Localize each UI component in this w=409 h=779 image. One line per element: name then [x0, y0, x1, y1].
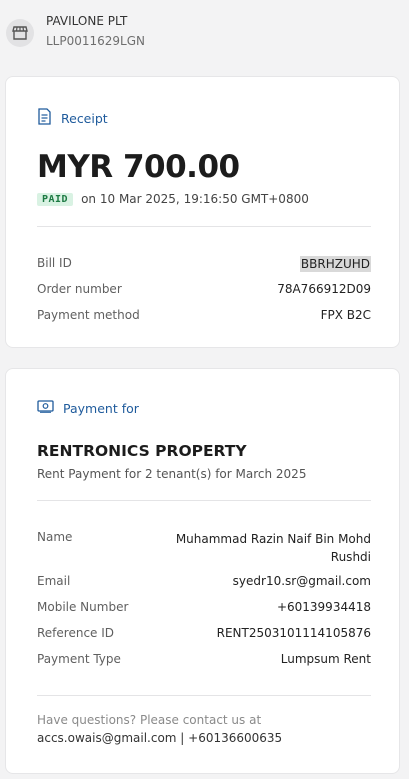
payment-amount: MYR 700.00 — [37, 149, 240, 185]
payment-for-section-label: Payment for — [63, 400, 139, 416]
payment-method-value: FPX B2C — [320, 308, 371, 322]
detail-row-bill-id: Bill ID BBRHZUHD — [37, 256, 371, 272]
contact-prompt: Have questions? Please contact us at — [37, 713, 262, 727]
detail-row-email: Email syedr10.sr@gmail.com — [37, 574, 371, 588]
payer-name-value: Muhammad Razin Naif Bin Mohd Rushdi — [176, 530, 371, 566]
detail-label: Bill ID — [37, 256, 72, 270]
payer-name-line1: Muhammad Razin Naif Bin Mohd — [175, 532, 371, 546]
divider — [37, 695, 371, 696]
cash-icon — [37, 400, 54, 416]
detail-label: Payment method — [37, 308, 140, 322]
detail-row-order-number: Order number 78A766912D09 — [37, 282, 371, 296]
reference-id-value: RENT2503101114105876 — [216, 626, 371, 640]
merchant-header: PAVILONE PLT LLP0011629LGN — [0, 0, 409, 62]
status-badge: PAID — [37, 192, 74, 206]
divider — [37, 226, 371, 227]
payment-description: Rent Payment for 2 tenant(s) for March 2… — [37, 467, 307, 481]
mobile-number-value: +60139934418 — [276, 600, 371, 614]
payment-type-value: Lumpsum Rent — [280, 652, 371, 666]
detail-label: Mobile Number — [37, 600, 129, 614]
email-link[interactable]: syedr10.sr@gmail.com — [233, 574, 371, 588]
detail-label: Payment Type — [37, 652, 121, 666]
payee-title: RENTRONICS PROPERTY — [37, 442, 247, 460]
payment-for-card: Payment for RENTRONICS PROPERTY Rent Pay… — [5, 368, 400, 774]
store-icon — [6, 19, 34, 47]
payer-name-line2: Rushdi — [330, 550, 371, 564]
paid-timestamp: on 10 Mar 2025, 19:16:50 GMT+0800 — [81, 192, 309, 206]
merchant-id: LLP0011629LGN — [46, 34, 146, 48]
detail-label: Email — [37, 574, 71, 588]
bill-id-value[interactable]: BBRHZUHD — [299, 256, 371, 272]
detail-row-payment-type: Payment Type Lumpsum Rent — [37, 652, 371, 666]
detail-row-payment-method: Payment method FPX B2C — [37, 308, 371, 322]
detail-row-mobile: Mobile Number +60139934418 — [37, 600, 371, 614]
contact-info[interactable]: accs.owais@gmail.com | +60136600635 — [37, 731, 282, 745]
receipt-card: Receipt MYR 700.00 PAID on 10 Mar 2025, … — [5, 76, 400, 348]
order-number-value: 78A766912D09 — [277, 282, 371, 296]
detail-label: Name — [37, 530, 73, 544]
receipt-section-header: Receipt — [37, 108, 108, 128]
detail-row-reference-id: Reference ID RENT2503101114105876 — [37, 626, 371, 640]
payment-status-row: PAID on 10 Mar 2025, 19:16:50 GMT+0800 — [37, 192, 309, 206]
detail-row-name: Name Muhammad Razin Naif Bin Mohd Rushdi — [37, 530, 371, 566]
receipt-icon — [37, 108, 52, 128]
divider — [37, 500, 371, 501]
merchant-name: PAVILONE PLT — [46, 14, 128, 28]
detail-label: Order number — [37, 282, 122, 296]
payment-for-section-header: Payment for — [37, 400, 139, 416]
receipt-section-label: Receipt — [61, 110, 108, 126]
detail-label: Reference ID — [37, 626, 115, 640]
